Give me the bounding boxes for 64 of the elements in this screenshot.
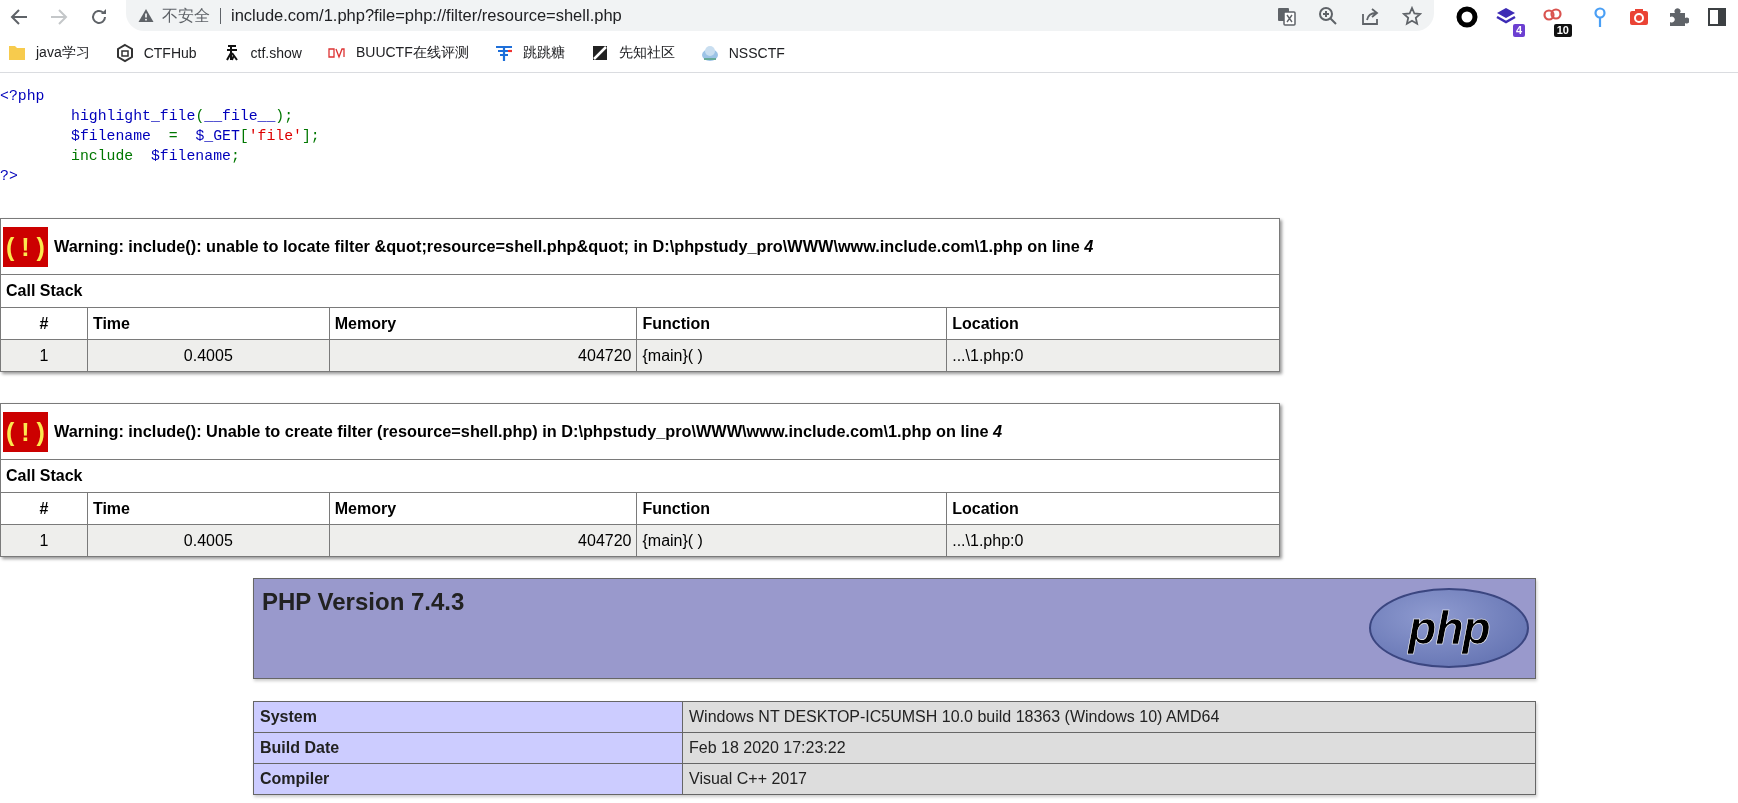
call-stack-title: Call Stack <box>0 274 1280 308</box>
sidebar-icon[interactable] <box>1706 5 1728 28</box>
address-bar[interactable]: 不安全 include.com/1.php?file=php://filter/resource=shell.php <box>126 0 1434 31</box>
error-icon: ( ! ) <box>3 226 48 267</box>
extension-button[interactable]: 10 <box>1542 5 1572 37</box>
info-value: Windows NT DESKTOP-IC5UMSH 10.0 build 18363 (Windows 10) AMD64 <box>682 701 1536 733</box>
badge-count: 4 <box>1512 23 1525 37</box>
column-header: # <box>0 492 88 525</box>
php-logo: php <box>1369 588 1529 668</box>
extension-button[interactable]: 4 <box>1495 5 1525 37</box>
table-cell: {main}( ) <box>636 524 947 557</box>
version-title: PHP Version 7.4.3 <box>262 587 465 617</box>
column-header: Location <box>946 307 1280 340</box>
bookmark-link[interactable]: ctf.show <box>219 39 304 66</box>
zoom-icon[interactable] <box>1318 5 1338 26</box>
bookmark-link[interactable]: CTFHub <box>112 39 199 66</box>
url-text: include.com/1.php?file=php://filter/resource=shell.php <box>231 6 622 25</box>
bookmark-link[interactable]: BUUCTF在线评测 <box>324 39 471 66</box>
forward-arrow-icon <box>49 6 69 27</box>
badge-count: 10 <box>1553 23 1572 37</box>
bookmark-star-icon[interactable] <box>1402 5 1422 26</box>
info-value: Visual C++ 2017 <box>682 763 1536 795</box>
share-icon[interactable] <box>1360 5 1380 26</box>
table-cell: 404720 <box>329 524 637 557</box>
back-arrow-icon <box>9 6 29 27</box>
warning-message: Warning: include(): Unable to create filter (resource=shell.php) in D:\phpstudy_pro\WWW\www.include.com\1.php on line 4 <box>53 422 1003 441</box>
bookmark-link[interactable]: NSSCTF <box>697 39 787 66</box>
info-label: Compiler <box>253 763 683 795</box>
code-line: $filename = $_GET['file']; <box>70 127 320 146</box>
warning-icon <box>138 8 154 23</box>
table-cell: 0.4005 <box>87 339 330 372</box>
puzzle-icon[interactable] <box>1667 5 1689 28</box>
table-cell: 404720 <box>329 339 637 372</box>
code-line: highlight_file(__file__); <box>70 107 294 126</box>
column-header: Memory <box>329 307 637 340</box>
column-header: Time <box>87 492 330 525</box>
table-cell: 0.4005 <box>87 524 330 557</box>
column-header: Function <box>636 307 947 340</box>
table-cell: ...\1.php:0 <box>946 339 1280 372</box>
info-label: System <box>253 701 683 733</box>
column-header: Memory <box>329 492 637 525</box>
table-cell: {main}( ) <box>636 339 947 372</box>
table-cell: 1 <box>0 339 88 372</box>
bookmark-link[interactable]: java学习 <box>5 39 92 66</box>
bookmark-link[interactable]: 跳跳糖 <box>491 39 567 66</box>
column-header: Function <box>636 492 947 525</box>
table-cell: ...\1.php:0 <box>946 524 1280 557</box>
warning-message: Warning: include(): unable to locate filter &quot;resource=shell.php&quot; in D:\phpstudy_pro\WWW\www.include.com\1.php on line 4 <box>53 237 1094 256</box>
column-header: Location <box>946 492 1280 525</box>
security-label: 不安全 <box>162 7 221 24</box>
code-line: ?> <box>0 167 18 186</box>
call-stack-title: Call Stack <box>0 459 1280 493</box>
column-header: Time <box>87 307 330 340</box>
bookmark-link[interactable]: 先知社区 <box>587 39 677 66</box>
ring-icon[interactable] <box>1456 5 1478 28</box>
error-icon: ( ! ) <box>3 411 48 452</box>
info-label: Build Date <box>253 732 683 764</box>
code-line: include $filename; <box>70 147 240 166</box>
column-header: # <box>0 307 88 340</box>
cube-icon <box>114 42 135 63</box>
code-line: <?php <box>0 87 45 106</box>
translate-icon[interactable] <box>1276 5 1296 26</box>
info-value: Feb 18 2020 17:23:22 <box>682 732 1536 764</box>
table-cell: 1 <box>0 524 88 557</box>
